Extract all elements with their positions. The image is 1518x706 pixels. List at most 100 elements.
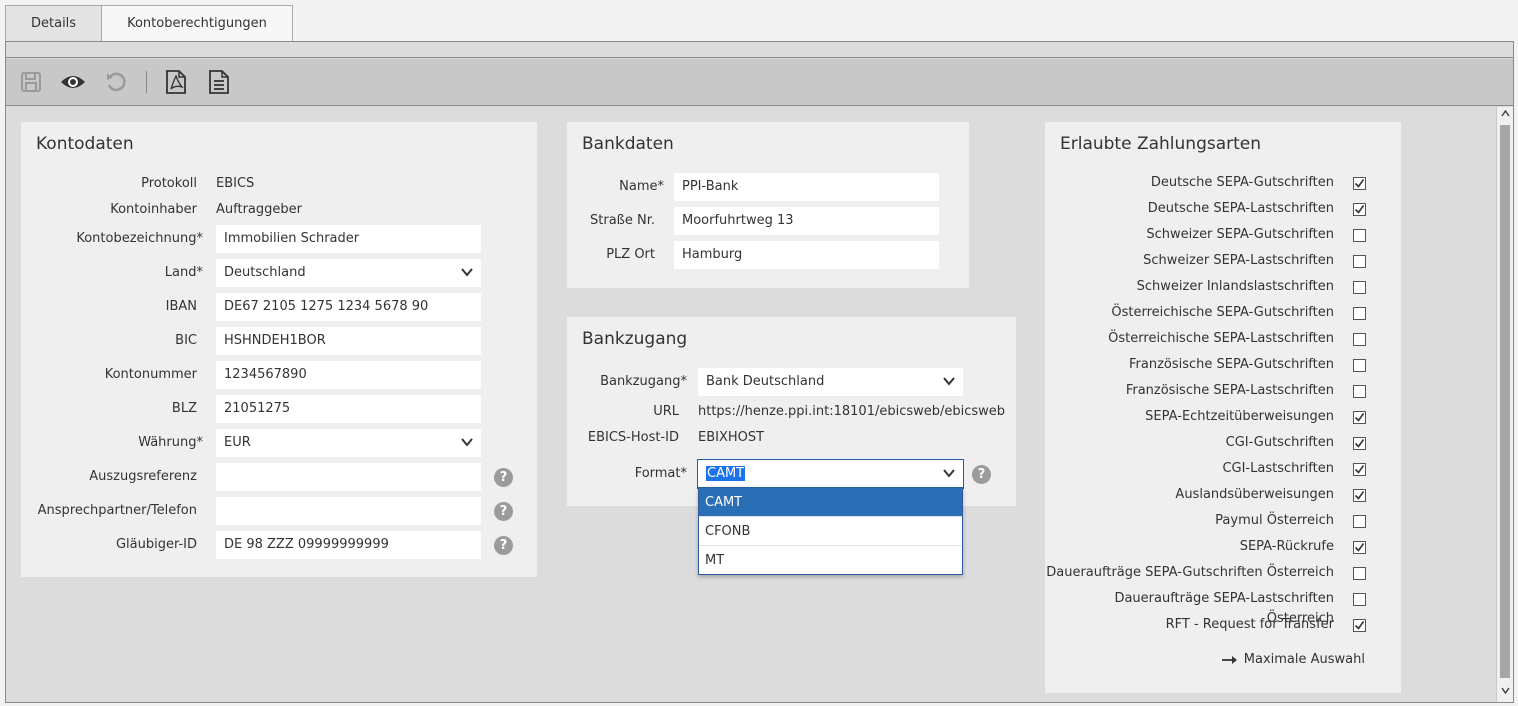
zahlungsarten-title: Erlaubte Zahlungsarten <box>1060 134 1262 154</box>
kontodaten-title: Kontodaten <box>36 134 134 154</box>
land-select[interactable]: Deutschland <box>216 259 481 287</box>
help-icon[interactable]: ? <box>494 468 513 487</box>
payment-type-label: Schweizer SEPA-Lastschriften <box>1143 253 1334 268</box>
payment-type-checkbox[interactable] <box>1353 437 1366 450</box>
hostid-value: EBIXHOST <box>698 430 765 445</box>
bic-input[interactable]: HSHNDEH1BOR <box>216 327 481 355</box>
format-label: Format* <box>634 466 687 481</box>
max-selection-link[interactable]: Maximale Auswahl <box>1221 650 1365 670</box>
help-icon[interactable]: ? <box>972 465 991 484</box>
document-icon[interactable] <box>206 69 232 95</box>
payment-type-checkbox[interactable] <box>1353 281 1366 294</box>
waehrung-select-value: EUR <box>224 435 251 450</box>
bank-name-input[interactable]: PPI-Bank <box>674 173 939 201</box>
content-area: Kontodaten Protokoll EBICS Kontoinhaber … <box>6 107 1496 702</box>
payment-type-checkbox[interactable] <box>1353 177 1366 190</box>
ansprechpartner-input[interactable] <box>216 497 481 525</box>
bic-label: BIC <box>175 333 197 348</box>
bankzugang-label: Bankzugang* <box>600 374 687 389</box>
payment-type-label: Österreichische SEPA-Gutschriften <box>1111 305 1334 320</box>
format-option-mt[interactable]: MT <box>699 546 962 575</box>
tab-bar: Details Kontoberechtigungen <box>5 5 293 42</box>
checkmark-icon <box>1354 491 1365 500</box>
payment-type-label: CGI-Gutschriften <box>1225 435 1334 450</box>
auszugsreferenz-input[interactable] <box>216 463 481 491</box>
pdf-icon[interactable] <box>163 69 189 95</box>
tab-kontoberechtigungen[interactable]: Kontoberechtigungen <box>101 5 293 42</box>
payment-type-checkbox[interactable] <box>1353 229 1366 242</box>
save-icon[interactable] <box>18 69 44 95</box>
format-option-camt[interactable]: CAMT <box>699 488 962 517</box>
kontonummer-input[interactable]: 1234567890 <box>216 361 481 389</box>
format-select-value: CAMT <box>706 466 746 481</box>
toolbar-separator <box>146 71 147 93</box>
payment-type-label: Auslandsüberweisungen <box>1175 487 1334 502</box>
payment-type-checkbox[interactable] <box>1353 619 1366 632</box>
format-select[interactable]: CAMT <box>697 459 964 489</box>
undo-icon[interactable] <box>103 69 129 95</box>
kontobezeichnung-input[interactable]: Immobilien Schrader <box>216 225 481 253</box>
payment-type-label: Deutsche SEPA-Gutschriften <box>1150 175 1334 190</box>
url-label: URL <box>653 404 679 419</box>
format-dropdown-list: CAMT CFONB MT <box>698 487 963 575</box>
max-selection-label: Maximale Auswahl <box>1243 652 1365 667</box>
hostid-label: EBICS-Host-ID <box>587 430 679 445</box>
eye-icon[interactable] <box>60 69 86 95</box>
protokoll-value: EBICS <box>216 176 255 191</box>
iban-input[interactable]: DE67 2105 1275 1234 5678 90 <box>216 293 481 321</box>
tab-details[interactable]: Details <box>5 5 103 42</box>
chevron-down-icon <box>943 469 955 478</box>
payment-type-checkbox[interactable] <box>1353 593 1366 606</box>
checkmark-icon <box>1354 179 1365 188</box>
blz-input[interactable]: 21051275 <box>216 395 481 423</box>
plz-input[interactable]: Hamburg <box>674 241 939 269</box>
blz-label: BLZ <box>171 401 197 416</box>
bankzugang-title: Bankzugang <box>582 329 688 349</box>
format-option-cfonb[interactable]: CFONB <box>699 517 962 546</box>
payment-type-checkbox[interactable] <box>1353 359 1366 372</box>
scroll-up-icon[interactable] <box>1500 109 1511 120</box>
glaeubiger-label: Gläubiger-ID <box>115 537 197 552</box>
checkmark-icon <box>1354 465 1365 474</box>
payment-type-checkbox[interactable] <box>1353 541 1366 554</box>
payment-type-label: Paymul Österreich <box>1215 513 1334 528</box>
plz-label: PLZ Ort <box>606 247 655 262</box>
payment-type-label: CGI-Lastschriften <box>1222 461 1334 476</box>
payment-type-checkbox[interactable] <box>1353 203 1366 216</box>
vertical-scrollbar[interactable] <box>1496 107 1513 702</box>
name-label: Name* <box>619 179 664 194</box>
glaeubiger-input[interactable]: DE 98 ZZZ 09999999999 <box>216 531 481 559</box>
scrollbar-thumb[interactable] <box>1500 125 1510 678</box>
payment-type-checkbox[interactable] <box>1353 255 1366 268</box>
payment-type-checkbox[interactable] <box>1353 385 1366 398</box>
toolbar <box>6 59 1513 106</box>
checkmark-icon <box>1354 205 1365 214</box>
payment-type-checkbox[interactable] <box>1353 515 1366 528</box>
payment-type-label: Deutsche SEPA-Lastschriften <box>1147 201 1334 216</box>
help-icon[interactable]: ? <box>494 536 513 555</box>
bankzugang-select-value: Bank Deutschland <box>706 374 825 389</box>
chevron-down-icon <box>461 438 473 447</box>
chevron-down-icon <box>461 268 473 277</box>
waehrung-select[interactable]: EUR <box>216 429 481 457</box>
payment-type-label: Schweizer Inlandslastschriften <box>1136 279 1334 294</box>
payment-type-checkbox[interactable] <box>1353 333 1366 346</box>
land-select-value: Deutschland <box>224 265 306 280</box>
kontodaten-panel: Kontodaten Protokoll EBICS Kontoinhaber … <box>21 122 537 577</box>
payment-type-checkbox[interactable] <box>1353 463 1366 476</box>
payment-type-checkbox[interactable] <box>1353 307 1366 320</box>
payment-type-checkbox[interactable] <box>1353 489 1366 502</box>
scroll-down-icon[interactable] <box>1500 687 1511 697</box>
checkmark-icon <box>1354 543 1365 552</box>
help-icon[interactable]: ? <box>494 502 513 521</box>
bankzugang-select[interactable]: Bank Deutschland <box>698 368 963 396</box>
payment-type-checkbox[interactable] <box>1353 411 1366 424</box>
strasse-input[interactable]: Moorfuhrtweg 13 <box>674 207 939 235</box>
auszugsreferenz-label: Auszugsreferenz <box>89 469 197 484</box>
payment-type-label: Daueraufträge SEPA-Gutschriften Österrei… <box>1046 565 1334 580</box>
checkmark-icon <box>1354 439 1365 448</box>
payment-type-checkbox[interactable] <box>1353 567 1366 580</box>
bankzugang-panel: Bankzugang Bankzugang* Bank Deutschland … <box>567 317 1016 506</box>
checkmark-icon <box>1354 413 1365 422</box>
kontonummer-label: Kontonummer <box>104 367 197 382</box>
